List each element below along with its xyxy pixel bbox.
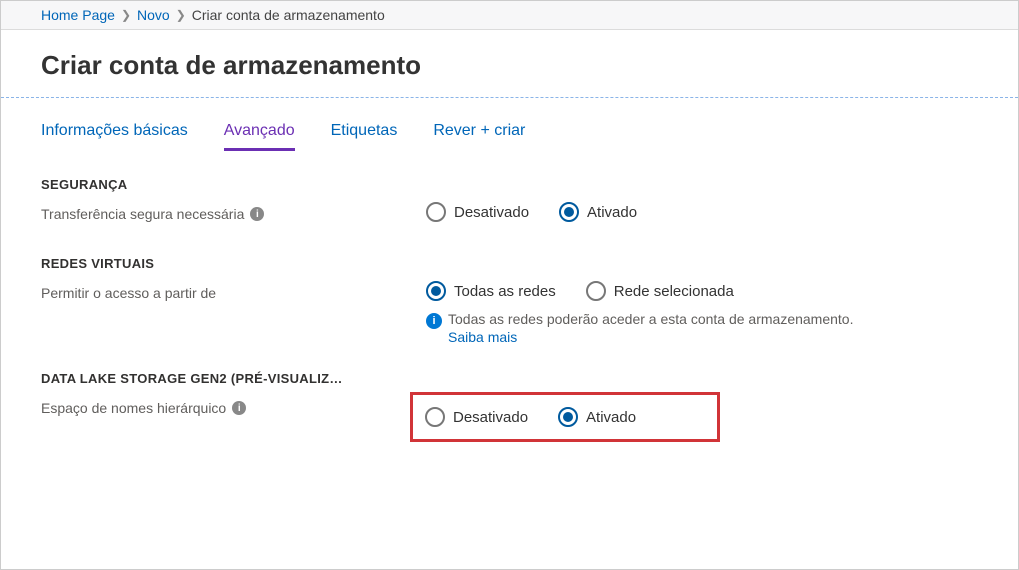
tab-review-create[interactable]: Rever + criar — [433, 122, 525, 151]
row-hns: Espaço de nomes hierárquico i Desativado… — [41, 396, 978, 442]
chevron-right-icon: ❯ — [121, 8, 131, 22]
tabs: Informações básicas Avançado Etiquetas R… — [1, 98, 1018, 151]
helper-allow-access: i Todas as redes poderão aceder a esta c… — [426, 311, 978, 345]
tab-advanced[interactable]: Avançado — [224, 122, 295, 151]
breadcrumb: Home Page ❯ Novo ❯ Criar conta de armaze… — [1, 1, 1018, 30]
label-secure-transfer: Transferência segura necessária i — [41, 202, 426, 222]
radio-group-secure-transfer: Desativado Ativado — [426, 202, 978, 222]
chevron-right-icon: ❯ — [176, 8, 186, 22]
radio-hns-on[interactable]: Ativado — [558, 407, 636, 427]
section-security-heading: SEGURANÇA — [41, 177, 978, 192]
page-title: Criar conta de armazenamento — [1, 30, 1018, 98]
info-icon: i — [426, 313, 442, 329]
section-gen2-heading: DATA LAKE STORAGE GEN2 (PRÉ-VISUALIZ… — [41, 371, 401, 386]
label-hns: Espaço de nomes hierárquico i — [41, 396, 426, 416]
form-content: SEGURANÇA Transferência segura necessári… — [1, 151, 1018, 468]
radio-secure-transfer-off[interactable]: Desativado — [426, 202, 529, 222]
radio-access-selected-network[interactable]: Rede selecionada — [586, 281, 734, 301]
radio-group-hns: Desativado Ativado — [425, 407, 705, 427]
highlight-hns: Desativado Ativado — [410, 392, 720, 442]
label-allow-access: Permitir o acesso a partir de — [41, 281, 426, 301]
tab-tags[interactable]: Etiquetas — [331, 122, 398, 151]
learn-more-link[interactable]: Saiba mais — [448, 329, 853, 345]
radio-group-allow-access: Todas as redes Rede selecionada — [426, 281, 978, 301]
section-vnet-heading: REDES VIRTUAIS — [41, 256, 978, 271]
info-icon[interactable]: i — [232, 401, 246, 415]
breadcrumb-home[interactable]: Home Page — [41, 7, 115, 23]
radio-hns-off[interactable]: Desativado — [425, 407, 528, 427]
info-icon[interactable]: i — [250, 207, 264, 221]
tab-basics[interactable]: Informações básicas — [41, 122, 188, 151]
helper-text: Todas as redes poderão aceder a esta con… — [448, 311, 853, 327]
radio-secure-transfer-on[interactable]: Ativado — [559, 202, 637, 222]
breadcrumb-current: Criar conta de armazenamento — [192, 7, 385, 23]
row-allow-access: Permitir o acesso a partir de Todas as r… — [41, 281, 978, 345]
breadcrumb-novo[interactable]: Novo — [137, 7, 170, 23]
row-secure-transfer: Transferência segura necessária i Desati… — [41, 202, 978, 222]
radio-access-all-networks[interactable]: Todas as redes — [426, 281, 556, 301]
